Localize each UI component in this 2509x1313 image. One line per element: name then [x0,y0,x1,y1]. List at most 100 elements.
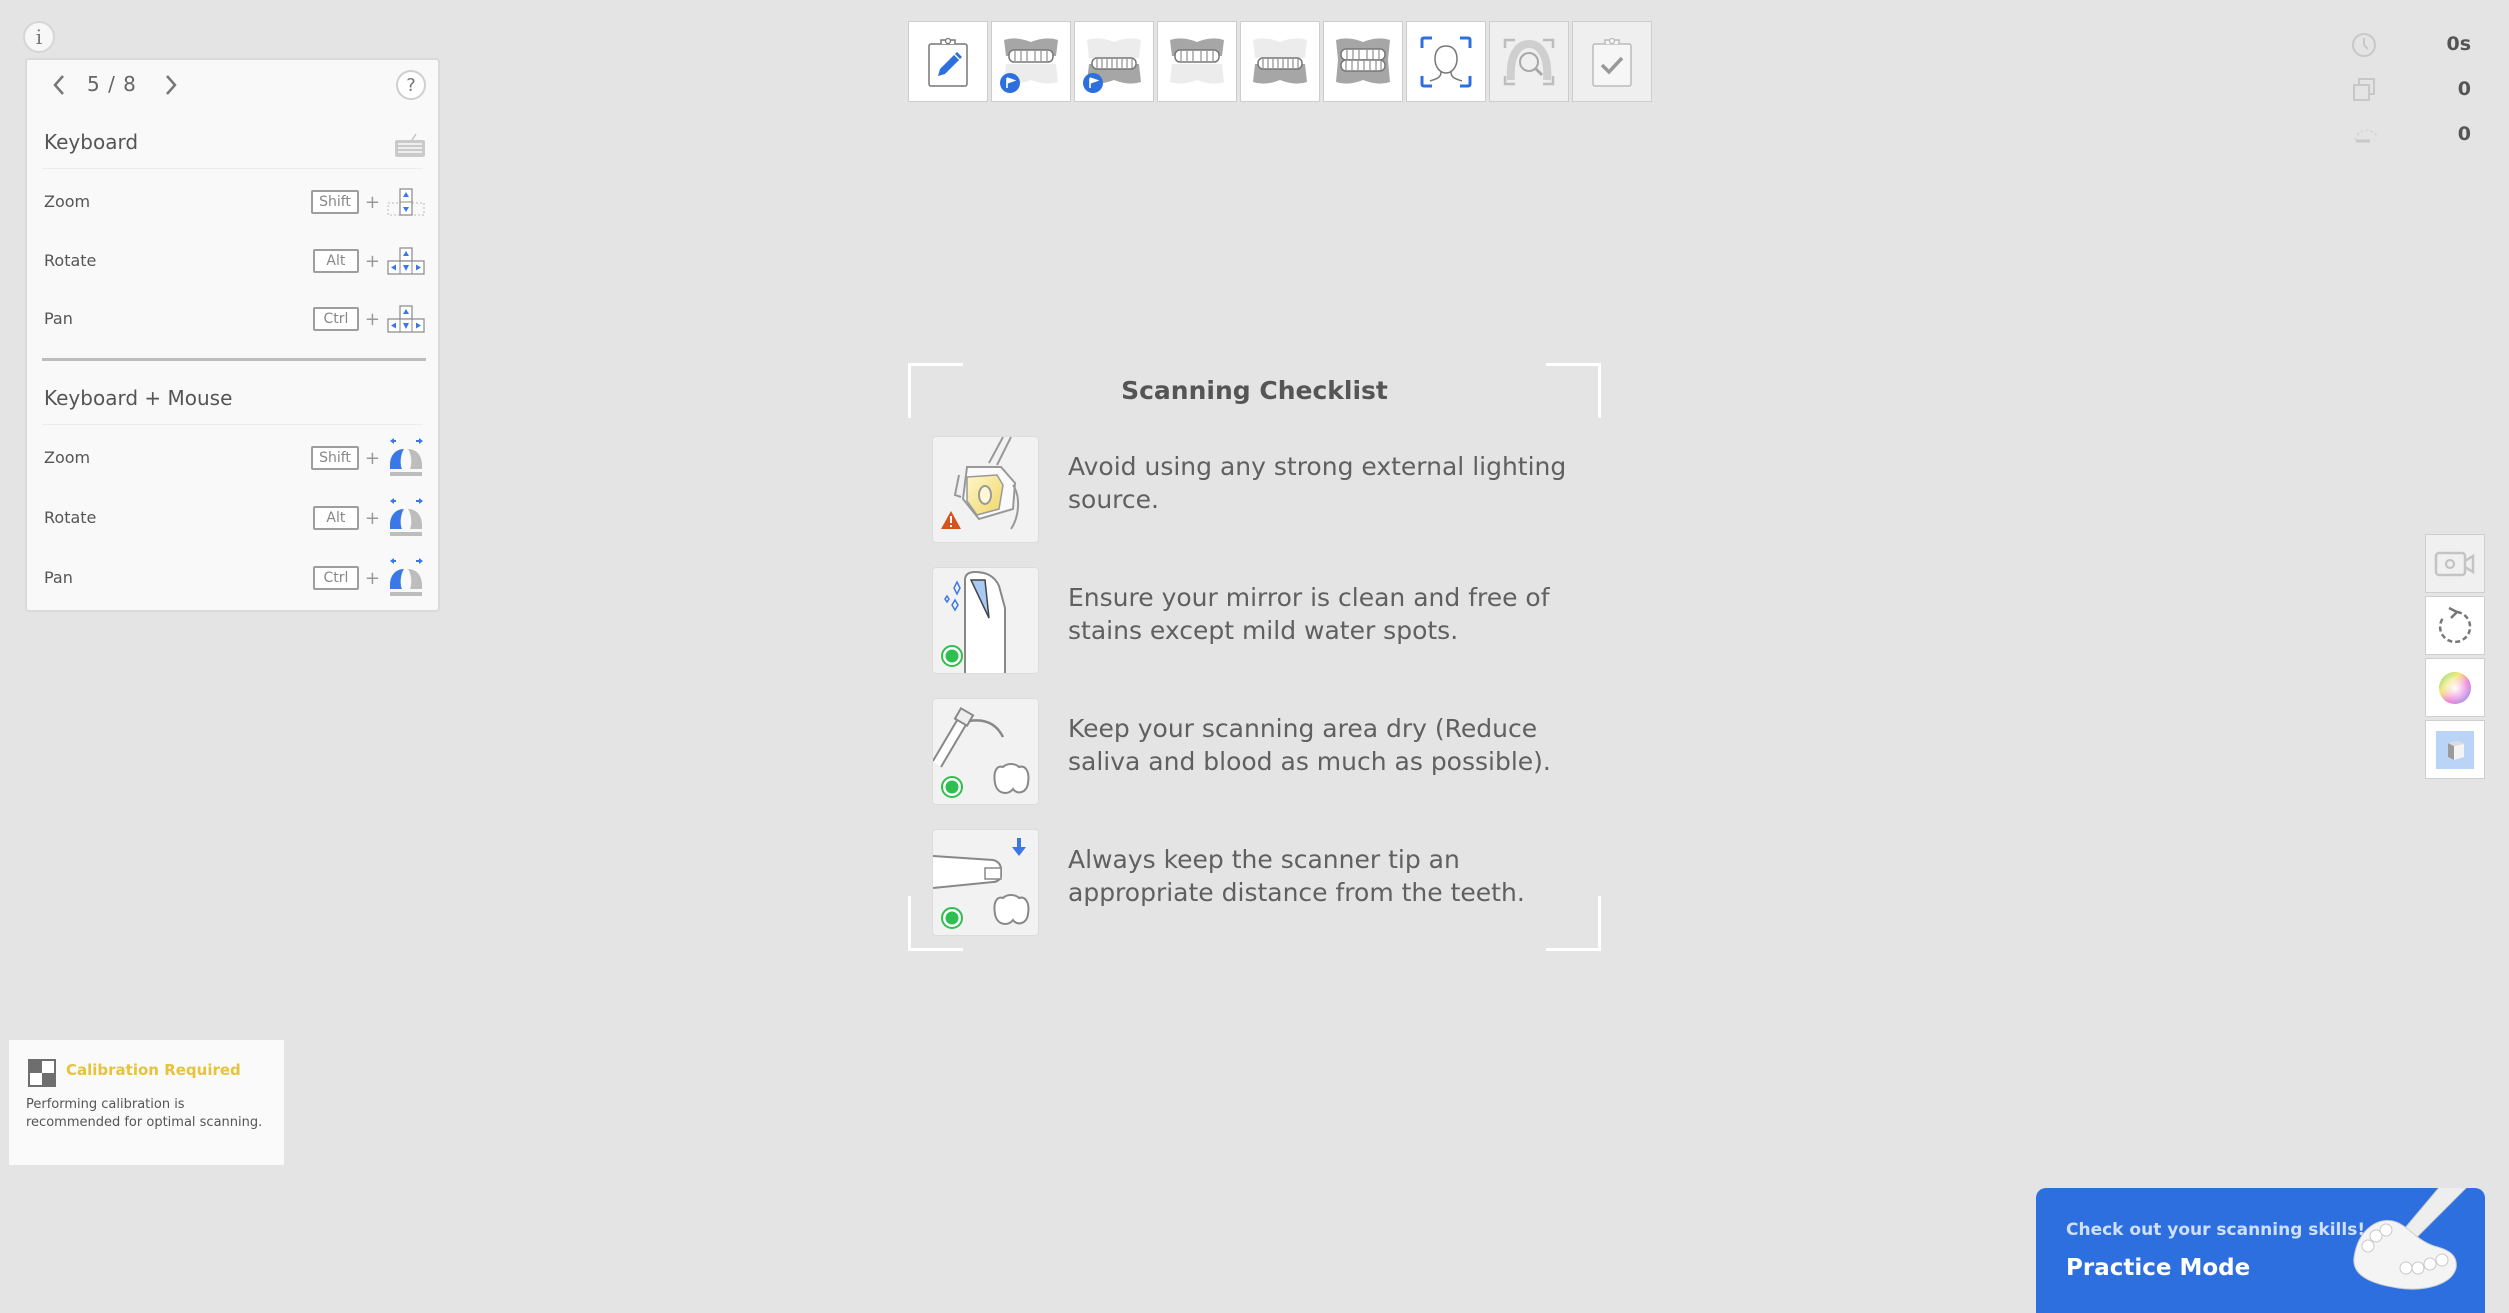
arrow-up-down-keys-icon [387,188,425,216]
practice-mode-card[interactable]: Check out your scanning skills! Practice… [2036,1188,2485,1313]
arrow-keys-icon [387,305,425,333]
video-camera-icon [2434,551,2475,576]
scanner-teeth-model-icon [2353,1188,2467,1290]
dental-lamp-icon [941,437,1019,530]
shortcut-action: Pan [44,309,73,328]
arch-inspect-icon [1503,38,1555,85]
section-rule [42,424,423,425]
step-occlusion[interactable] [1323,21,1403,102]
flag-badge [1083,73,1103,93]
practice-subtitle: Check out your scanning skills! [2066,1220,2366,1240]
next-page-button[interactable] [156,70,186,100]
flag-icon [1089,77,1099,88]
key-shift: Shift [311,446,359,470]
section-title-keyboard: Keyboard [44,130,139,154]
video-record-button[interactable] [2425,534,2485,593]
calibration-checker-icon [28,1059,56,1087]
key-ctrl: Ctrl [312,566,359,590]
workflow-toolbar [908,21,1652,102]
key-shift: Shift [311,190,359,214]
key-alt: Alt [312,506,359,530]
help-button[interactable]: ? [396,70,426,100]
calibration-notice[interactable]: Calibration Required Performing calibrat… [9,1040,284,1165]
scanning-checklist: Scanning Checklist Avoid using any stron… [908,363,1601,951]
page-indicator: 5 / 8 [87,72,137,96]
checklist-illustration [932,567,1039,674]
upper-jaw-icon [1170,37,1224,84]
plus-sign: + [364,250,380,272]
shortcut-row-kb-rotate: Rotate Alt + [44,241,426,281]
shots-value: 0 [2457,78,2471,100]
key-ctrl: Ctrl [312,307,359,331]
checklist-text: Always keep the scanner tip an appropria… [1068,845,1525,907]
info-button[interactable]: i [23,21,55,53]
shortcuts-panel: 5 / 8 ? Keyboard Zoom Shift + Rotate Alt [25,58,440,612]
mono-toggle-button[interactable] [2425,720,2485,779]
shortcut-row-kb-pan: Pan Ctrl + [44,299,426,339]
shortcut-action: Rotate [44,251,97,270]
step-mandible-scan[interactable] [1074,21,1154,102]
clipboard-check-icon [1592,37,1632,87]
mouse-left-drag-icon [390,558,423,596]
checklist-text: Keep your scanning area dry (Reduce sali… [1068,714,1551,776]
stat-shots: 0 [2351,77,2471,122]
info-icon: i [35,25,43,49]
layers-icon [2353,78,2375,101]
key-alt: Alt [312,249,359,273]
scan-time-value: 0s [2446,33,2471,55]
scanner-mirror-icon [941,570,1006,673]
checklist-item: Ensure your mirror is clean and free of … [932,567,1572,675]
plus-sign: + [364,447,380,469]
shortcut-action: Zoom [44,448,91,467]
shortcut-action: Rotate [44,508,97,527]
shortcut-row-km-rotate: Rotate Alt + [44,498,426,538]
step-maxilla-scan[interactable] [991,21,1071,102]
flag-icon [1006,77,1016,88]
shortcut-row-kb-zoom: Zoom Shift + [44,182,426,222]
bite-icon [1336,37,1390,84]
stat-scan-time: 0s [2351,32,2471,77]
shortcut-row-km-pan: Pan Ctrl + [44,558,426,598]
practice-title: Practice Mode [2066,1255,2251,1281]
checklist-illustration [932,698,1039,805]
cube-icon [2436,730,2474,769]
scanner-tip-distance-icon [933,838,1030,929]
help-icon: ? [406,74,416,96]
reset-view-button[interactable] [2425,596,2485,655]
step-complete[interactable] [1572,21,1652,102]
chevron-left-icon [53,75,64,95]
step-face-scan[interactable] [1406,21,1486,102]
plus-sign: + [364,308,380,330]
clipboard-edit-icon [928,37,968,87]
face-scan-icon [1420,36,1472,87]
checklist-title: Scanning Checklist [1121,376,1388,405]
pager: 5 / 8 ? [27,60,438,112]
chevron-right-icon [166,75,177,95]
step-patient-info[interactable] [908,21,988,102]
shortcut-action: Zoom [44,192,91,211]
checklist-text: Ensure your mirror is clean and free of … [1068,583,1550,645]
section-divider [42,358,426,361]
keyboard-icon [395,133,425,157]
lower-jaw-icon [1253,37,1307,84]
color-toggle-button[interactable] [2425,658,2485,717]
checklist-illustration [932,436,1039,543]
flag-badge [1000,73,1020,93]
step-mandible-prep[interactable] [1240,21,1320,102]
checklist-illustration [932,829,1039,936]
section-rule [42,168,423,169]
clock-icon [2352,33,2376,57]
mouse-left-drag-icon [390,498,423,536]
step-analysis[interactable] [1489,21,1569,102]
checklist-item: Always keep the scanner tip an appropria… [932,829,1572,937]
mouse-left-drag-icon [390,438,423,476]
scan-stats: 0s 0 0 [2351,32,2471,167]
plus-sign: + [364,507,380,529]
step-maxilla-prep[interactable] [1157,21,1237,102]
checklist-text: Avoid using any strong external lighting… [1068,452,1567,514]
plus-sign: + [364,191,380,213]
shortcut-row-km-zoom: Zoom Shift + [44,438,426,478]
calibration-title: Calibration Required [66,1061,241,1079]
air-syringe-icon [933,706,1030,798]
prev-page-button[interactable] [44,70,74,100]
